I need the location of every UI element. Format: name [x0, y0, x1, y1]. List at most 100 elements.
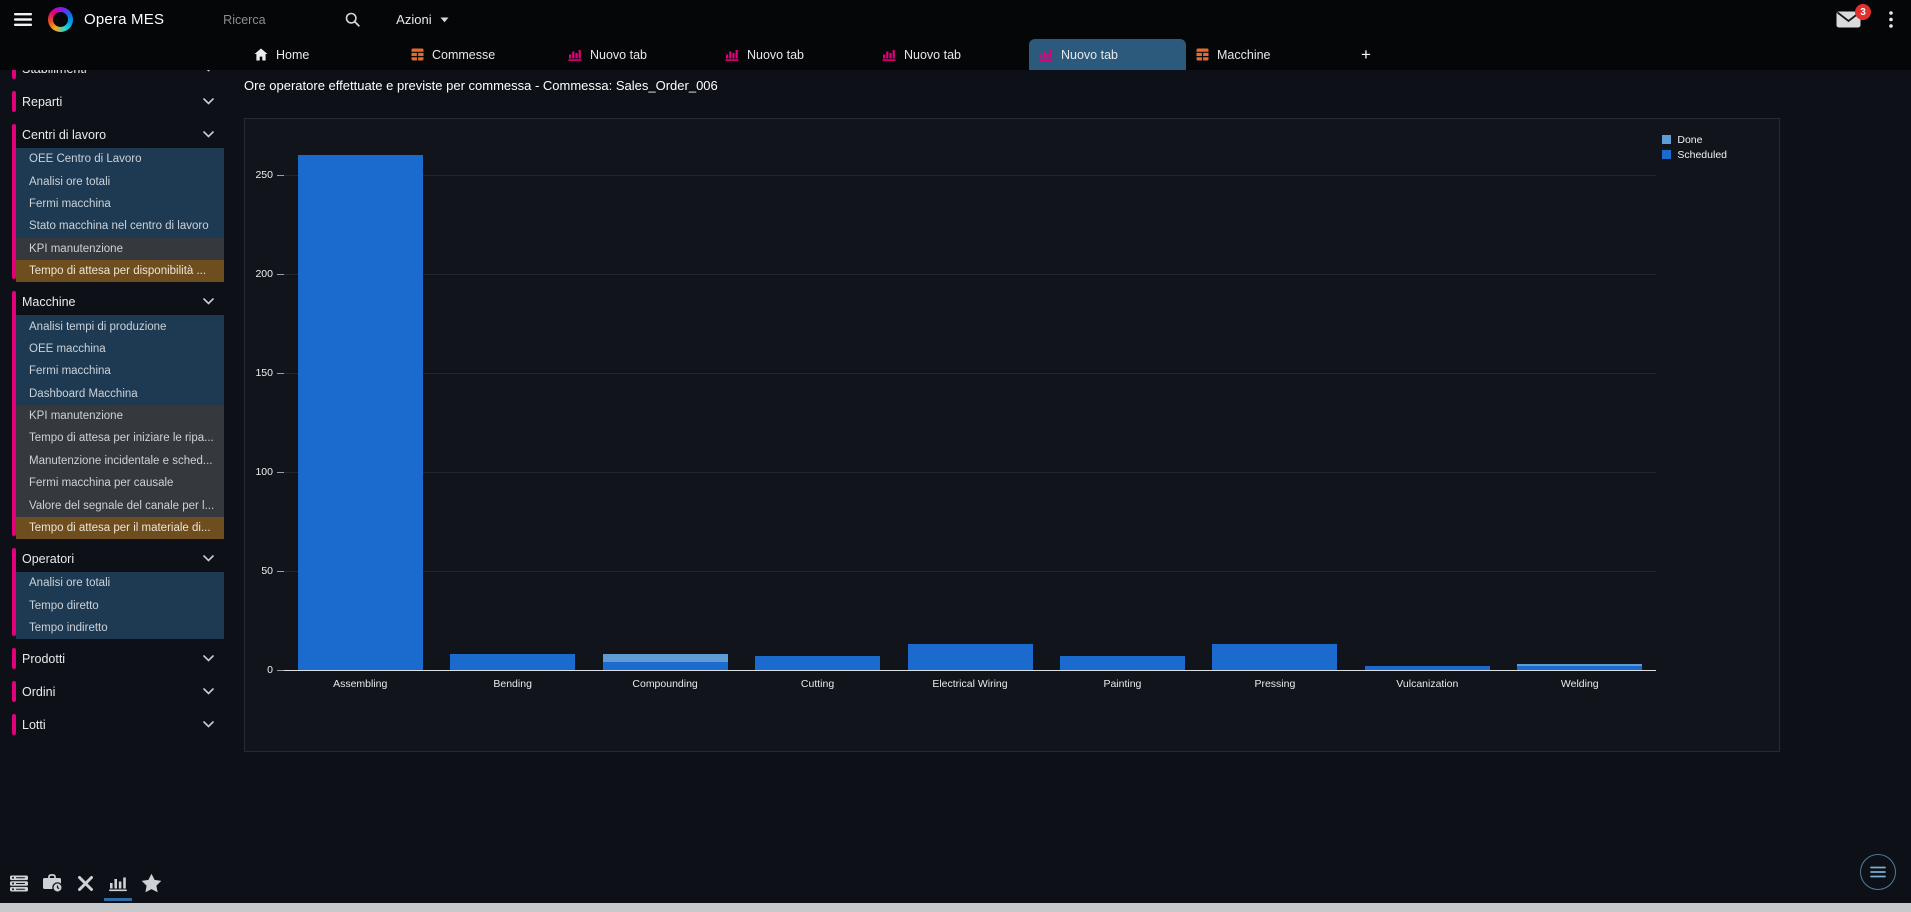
section-label: Centri di lavoro: [22, 128, 106, 142]
sidebar-item-tempo-indiretto[interactable]: Tempo indiretto: [16, 617, 224, 639]
search-icon[interactable]: [345, 12, 360, 27]
bar-chart-tool-button[interactable]: [107, 872, 129, 894]
chevron-down-icon: [203, 655, 214, 662]
sidebar-section-header-prodotti[interactable]: Prodotti: [0, 645, 224, 672]
floating-menu-button[interactable]: [1860, 854, 1896, 890]
caret-down-icon: [440, 17, 449, 23]
sidebar-item-analisi-ore-totali[interactable]: Analisi ore totali: [16, 572, 224, 594]
sidebar-section-header-macchine[interactable]: Macchine: [0, 288, 224, 315]
horizontal-scrollbar[interactable]: [0, 903, 1911, 912]
actions-dropdown[interactable]: Azioni: [396, 12, 448, 27]
gridline: [284, 571, 1656, 572]
actions-label: Azioni: [396, 12, 431, 27]
tab-nuovo-tab-4[interactable]: Nuovo tab: [872, 39, 1029, 70]
chart-icon: [882, 48, 896, 61]
sidebar-section-header-lotti[interactable]: Lotti: [0, 711, 224, 738]
section-items: Analisi ore totaliTempo direttoTempo ind…: [0, 572, 224, 639]
axis-tick: [277, 373, 284, 374]
x-axis-label: Vulcanization: [1351, 678, 1503, 690]
search-input[interactable]: [221, 12, 339, 28]
legend-item-done: Done: [1662, 133, 1727, 146]
sidebar-item-dashboard-macchina[interactable]: Dashboard Macchina: [16, 383, 224, 405]
sidebar-item-kpi-manutenzione[interactable]: KPI manutenzione: [16, 238, 224, 260]
sidebar-item-valore-del-segnale-del-canale-per-l[interactable]: Valore del segnale del canale per l...: [16, 494, 224, 516]
sidebar-item-analisi-ore-totali[interactable]: Analisi ore totali: [16, 170, 224, 192]
sidebar-section-operatori: Operatori Analisi ore totaliTempo diretto…: [0, 545, 224, 639]
sidebar-section-header-ordini[interactable]: Ordini: [0, 678, 224, 705]
x-axis-label: Compounding: [589, 678, 741, 690]
menu-lines-icon: [1870, 866, 1886, 878]
tools-tool-button[interactable]: [74, 872, 96, 894]
app-title: Opera MES: [84, 11, 164, 28]
sidebar-item-oee-macchina[interactable]: OEE macchina: [16, 338, 224, 360]
sidebar-section-header-operatori[interactable]: Operatori: [0, 545, 224, 572]
chevron-down-icon: [203, 688, 214, 695]
tab-label: Macchine: [1217, 48, 1271, 62]
menu-icon[interactable]: [14, 13, 32, 26]
x-axis-label: Painting: [1046, 678, 1198, 690]
star-tool-button[interactable]: [140, 872, 162, 894]
database-tool-button[interactable]: [8, 872, 30, 894]
y-axis-label: 100: [245, 466, 273, 478]
bar-scheduled-painting: [1060, 656, 1185, 670]
tab-bar: HomeCommesseNuovo tabNuovo tabNuovo tabN…: [0, 39, 1911, 70]
tab-nuovo-tab-3[interactable]: Nuovo tab: [715, 39, 872, 70]
tab-macchine[interactable]: Macchine: [1186, 39, 1343, 70]
sidebar-item-oee-centro-di-lavoro[interactable]: OEE Centro di Lavoro: [16, 148, 224, 170]
chevron-down-icon: [203, 721, 214, 728]
sidebar-section-header-centri-di-lavoro[interactable]: Centri di lavoro: [0, 121, 224, 148]
database-icon: [9, 875, 29, 892]
section-accent-bar: [12, 291, 16, 536]
section-label: Operatori: [22, 552, 74, 566]
tab-nuovo-tab-2[interactable]: Nuovo tab: [558, 39, 715, 70]
sidebar-section-header-reparti[interactable]: Reparti: [0, 88, 224, 115]
tab-label: Home: [276, 48, 309, 62]
sidebar-item-kpi-manutenzione[interactable]: KPI manutenzione: [16, 405, 224, 427]
sidebar-item-tempo-di-attesa-per-il-materiale-di[interactable]: Tempo di attesa per il materiale di...: [16, 517, 224, 539]
tab-commesse[interactable]: Commesse: [401, 39, 558, 70]
sidebar-item-stato-macchina-nel-centro-di-lavoro[interactable]: Stato macchina nel centro di lavoro: [16, 215, 224, 237]
sidebar-item-fermi-macchina[interactable]: Fermi macchina: [16, 193, 224, 215]
axis-tick: [277, 670, 284, 671]
sidebar-item-tempo-di-attesa-per-iniziare-le-ripa[interactable]: Tempo di attesa per iniziare le ripa...: [16, 427, 224, 449]
x-axis-label: Bending: [436, 678, 588, 690]
legend-swatch: [1662, 135, 1671, 144]
bar-scheduled-electrical-wiring: [908, 644, 1033, 670]
tab-label: Nuovo tab: [590, 48, 647, 62]
gridline: [284, 274, 1656, 275]
bar-scheduled-cutting: [755, 656, 880, 670]
bar-scheduled-pressing: [1212, 644, 1337, 670]
section-items: Analisi tempi di produzioneOEE macchinaF…: [0, 315, 224, 539]
chart-legend: Done Scheduled: [1662, 133, 1727, 161]
bar-scheduled-compounding: [603, 662, 728, 670]
sidebar-item-manutenzione-incidentale-e-sched[interactable]: Manutenzione incidentale e sched...: [16, 450, 224, 472]
kebab-menu-icon[interactable]: [1889, 11, 1893, 28]
sidebar-section-lotti: Lotti: [0, 711, 224, 738]
sidebar-item-tempo-di-attesa-per-disponibilit[interactable]: Tempo di attesa per disponibilità ...: [16, 260, 224, 282]
add-tab-button[interactable]: +: [1343, 39, 1389, 70]
sidebar: StabilimentiRepartiCentri di lavoroOEE C…: [0, 39, 224, 912]
tab-nuovo-tab-5[interactable]: Nuovo tab: [1029, 39, 1186, 70]
briefcase-clock-tool-button[interactable]: [41, 872, 63, 894]
bar-chart-icon: [108, 875, 128, 892]
sidebar-item-fermi-macchina-per-causale[interactable]: Fermi macchina per causale: [16, 472, 224, 494]
legend-swatch: [1662, 150, 1671, 159]
axis-tick: [277, 175, 284, 176]
notifications-mail-icon[interactable]: 3: [1836, 11, 1861, 28]
page-title: Ore operatore effettuate e previste per …: [244, 78, 718, 93]
x-axis-label: Electrical Wiring: [894, 678, 1046, 690]
x-axis-label: Pressing: [1199, 678, 1351, 690]
legend-label: Scheduled: [1677, 149, 1727, 161]
bar-scheduled-assembling: [298, 155, 423, 670]
sidebar-item-fermi-macchina[interactable]: Fermi macchina: [16, 360, 224, 382]
section-items: OEE Centro di LavoroAnalisi ore totaliFe…: [0, 148, 224, 282]
notifications-badge: 3: [1855, 4, 1871, 20]
chevron-down-icon: [203, 298, 214, 305]
sidebar-item-tempo-diretto[interactable]: Tempo diretto: [16, 595, 224, 617]
chevron-down-icon: [203, 555, 214, 562]
chevron-down-icon: [203, 98, 214, 105]
briefcase-clock-icon: [42, 874, 63, 893]
sidebar-item-analisi-tempi-di-produzione[interactable]: Analisi tempi di produzione: [16, 315, 224, 337]
y-axis-label: 250: [245, 169, 273, 181]
tab-home[interactable]: Home: [244, 39, 401, 70]
